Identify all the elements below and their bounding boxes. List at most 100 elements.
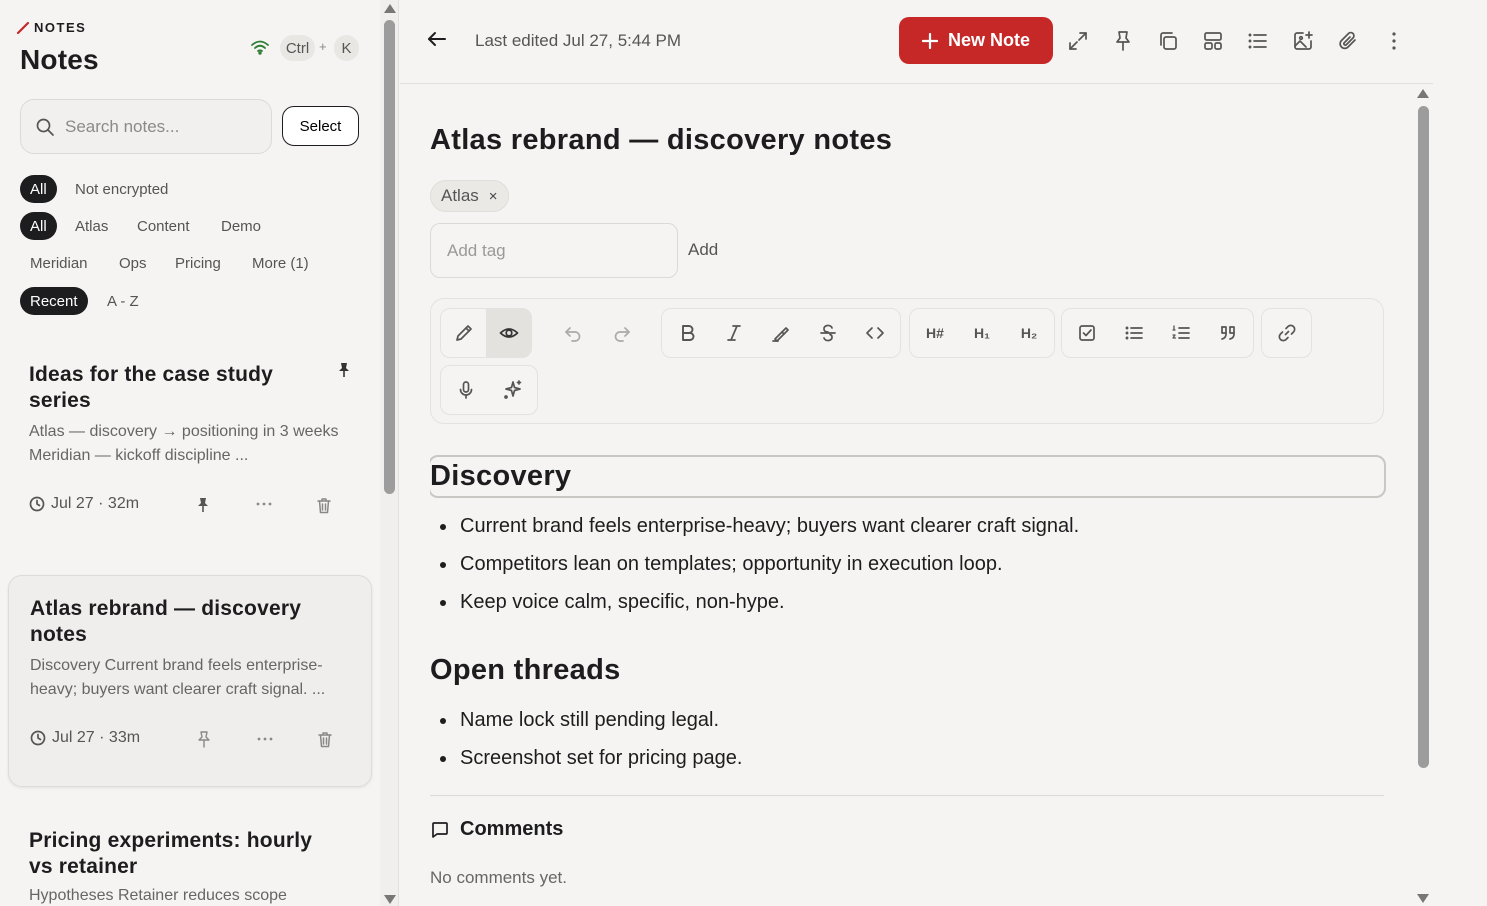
editor-topbar: Last edited Jul 27, 5:44 PM New Note [400, 0, 1433, 84]
note-meta: Jul 27 · 32m [29, 495, 139, 513]
ai-sparkle-icon[interactable] [490, 366, 536, 414]
list-item[interactable]: Screenshot set for pricing page. [430, 739, 742, 777]
list-item[interactable]: Current brand feels enterprise-heavy; bu… [430, 507, 1079, 545]
pin-outline-icon[interactable] [197, 731, 211, 748]
code-icon[interactable] [852, 309, 898, 357]
add-tag-input[interactable] [430, 223, 678, 278]
format-toolbar: H# H₁ H₂ [430, 298, 1384, 424]
new-note-button[interactable]: New Note [899, 17, 1053, 64]
bold-icon[interactable] [664, 309, 710, 357]
filter-tag-all[interactable]: All [20, 212, 57, 240]
note-time: Jul 27 · 33m [52, 729, 141, 746]
note-snippet: Atlas — discovery → positioning in 3 wee… [29, 423, 339, 464]
pin-icon[interactable] [1112, 30, 1134, 52]
sort-az[interactable]: A - Z [97, 287, 149, 315]
plus-icon [921, 32, 938, 49]
filter-tag-ops[interactable]: Ops [109, 249, 157, 277]
highlighter-icon[interactable] [758, 309, 804, 357]
outline-list-icon[interactable] [1247, 30, 1269, 52]
filter-tag-demo[interactable]: Demo [211, 212, 271, 240]
trash-icon[interactable] [316, 497, 332, 514]
bullet-list-icon[interactable] [1111, 309, 1157, 357]
numbered-list-icon[interactable] [1158, 309, 1204, 357]
filter-enc-all[interactable]: All [20, 175, 57, 203]
search-box[interactable] [20, 99, 272, 154]
scroll-up-arrow-icon[interactable] [1417, 89, 1429, 98]
image-add-icon[interactable] [1292, 30, 1314, 52]
brand-label: NOTES [34, 20, 87, 35]
select-button[interactable]: Select [282, 106, 359, 146]
heading-hash-button[interactable]: H# [912, 309, 958, 357]
shortcut-k: K [334, 35, 359, 61]
comment-icon [432, 821, 448, 838]
trash-icon[interactable] [317, 731, 333, 748]
scroll-down-arrow-icon[interactable] [384, 895, 396, 904]
quote-icon[interactable] [1205, 309, 1251, 357]
discovery-list: Current brand feels enterprise-heavy; bu… [430, 507, 1079, 621]
note-title: Atlas rebrand — discovery notes [30, 597, 302, 646]
section-heading-open-threads[interactable]: Open threads [430, 654, 621, 687]
block-format-group [1061, 308, 1254, 358]
link-group [1261, 308, 1312, 358]
more-icon[interactable] [257, 737, 273, 741]
heading2-button[interactable]: H₂ [1006, 309, 1052, 357]
more-icon[interactable] [256, 502, 272, 506]
sidebar-scrollbar[interactable] [380, 0, 399, 906]
link-icon[interactable] [1264, 309, 1310, 357]
microphone-icon[interactable] [443, 366, 489, 414]
pin-icon[interactable] [196, 497, 210, 513]
divider [430, 795, 1384, 796]
heading1-button[interactable]: H₁ [959, 309, 1005, 357]
edit-pencil-icon[interactable] [441, 309, 487, 357]
filter-not-encrypted[interactable]: Not encrypted [65, 175, 178, 203]
open-threads-list: Name lock still pending legal. Screensho… [430, 701, 742, 777]
page-title: Notes [20, 44, 99, 75]
expand-icon[interactable] [1067, 30, 1089, 52]
scroll-down-arrow-icon[interactable] [1417, 894, 1429, 903]
inline-format-group [661, 308, 901, 358]
list-item[interactable]: Keep voice calm, specific, non-hype. [430, 583, 1079, 621]
filter-tag-meridian[interactable]: Meridian [20, 249, 98, 277]
comments-header: Comments [430, 818, 563, 841]
list-item[interactable]: Name lock still pending legal. [430, 701, 742, 739]
filter-tag-more[interactable]: More (1) [242, 249, 319, 277]
scroll-up-arrow-icon[interactable] [384, 4, 396, 13]
redo-icon[interactable] [599, 309, 645, 357]
note-card-active[interactable]: Atlas rebrand — discovery notes Discover… [8, 575, 372, 787]
add-tag-button[interactable]: Add [688, 240, 718, 260]
strikethrough-icon[interactable] [805, 309, 851, 357]
filter-tag-atlas[interactable]: Atlas [65, 212, 118, 240]
note-title[interactable]: Atlas rebrand — discovery notes [430, 124, 892, 157]
undo-icon[interactable] [550, 309, 596, 357]
paperclip-icon[interactable] [1337, 30, 1359, 52]
kebab-menu-icon[interactable] [1383, 30, 1405, 52]
tag-remove-icon[interactable]: × [489, 188, 498, 205]
heading-group: H# H₁ H₂ [909, 308, 1055, 358]
back-arrow-icon[interactable] [426, 28, 448, 50]
italic-icon[interactable] [711, 309, 757, 357]
pinned-icon[interactable] [337, 362, 351, 378]
note-snippet: Hypotheses Retainer reduces scope [29, 887, 287, 904]
filter-tag-pricing[interactable]: Pricing [165, 249, 231, 277]
list-item[interactable]: Competitors lean on templates; opportuni… [430, 545, 1079, 583]
editor-scroll-thumb[interactable] [1418, 106, 1429, 768]
shortcut-plus: + [319, 39, 327, 54]
tag-pill: Atlas × [430, 180, 509, 212]
tag-label: Atlas [441, 186, 479, 205]
sidebar-scroll-thumb[interactable] [384, 20, 395, 494]
sidebar: NOTES Notes Ctrl + K Select All Not encr… [0, 0, 380, 906]
note-card[interactable]: Ideas for the case study series Atlas — … [8, 342, 372, 552]
brand: NOTES [16, 20, 86, 35]
note-document: Atlas rebrand — discovery notes Atlas × … [430, 84, 1416, 906]
editor-scrollbar[interactable] [1414, 84, 1433, 906]
note-title: Ideas for the case study series [29, 363, 274, 412]
checkbox-icon[interactable] [1064, 309, 1110, 357]
duplicate-icon[interactable] [1157, 30, 1179, 52]
section-heading-discovery[interactable]: Discovery [430, 455, 1386, 498]
search-input[interactable] [65, 116, 255, 137]
preview-eye-icon[interactable] [486, 309, 532, 357]
note-card[interactable]: Pricing experiments: hourly vs retainer … [8, 808, 372, 906]
layout-template-icon[interactable] [1202, 30, 1224, 52]
filter-tag-content[interactable]: Content [127, 212, 200, 240]
sort-recent[interactable]: Recent [20, 287, 88, 315]
